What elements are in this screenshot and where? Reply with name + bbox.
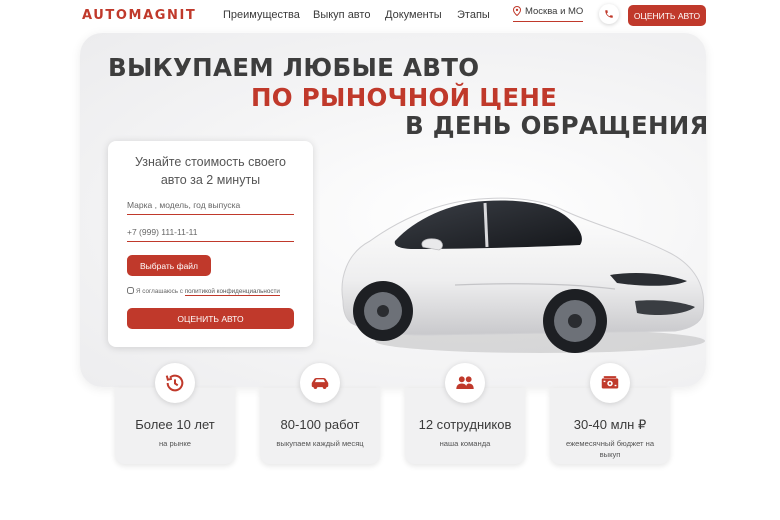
nav-stages[interactable]: Этапы [457, 9, 490, 21]
car-image [341, 197, 705, 353]
consent-row: Я соглашаюсь с политикой конфиденциально… [127, 287, 280, 296]
form-evaluate-button[interactable]: ОЦЕНИТЬ АВТО [127, 308, 294, 329]
hero-title-line2: ПО РЫНОЧНОЙ ЦЕНЕ [251, 83, 558, 112]
header-evaluate-button[interactable]: ОЦЕНИТЬ АВТО [628, 5, 706, 26]
stat-value: 80-100 работ [280, 417, 360, 432]
stat-card-volume: 80-100 работ выкупаем каждый месяц [260, 363, 380, 464]
stat-value: 30-40 млн ₽ [573, 417, 647, 432]
hero-section: ВЫКУПАЕМ ЛЮБЫЕ АВТО ПО РЫНОЧНОЙ ЦЕНЕ В Д… [80, 33, 706, 387]
stat-value: 12 сотрудников [418, 417, 512, 432]
consent-text: Я соглашаюсь с [136, 288, 183, 295]
hero-title-line1: ВЫКУПАЕМ ЛЮБЫЕ АВТО [108, 53, 480, 82]
hero-title-line3: В ДЕНЬ ОБРАЩЕНИЯ [405, 111, 706, 140]
phone-input[interactable] [127, 225, 294, 242]
consent-checkbox[interactable] [127, 287, 134, 294]
evaluation-form: Узнайте стоимость своего авто за 2 минут… [108, 141, 313, 347]
form-title: Узнайте стоимость своего авто за 2 минут… [108, 153, 313, 189]
logo[interactable]: AUTOMAGNIT [82, 8, 196, 23]
money-icon [590, 363, 630, 403]
team-icon [445, 363, 485, 403]
stat-card-team: 12 сотрудников наша команда [405, 363, 525, 464]
clock-history-icon [155, 363, 195, 403]
stat-caption: ежемесячный бюджет на выкуп [565, 439, 655, 459]
city-label: Москва и МО [525, 6, 584, 17]
privacy-policy-link[interactable]: политикой конфиденциальности [184, 288, 280, 296]
car-icon [300, 363, 340, 403]
stat-caption: наша команда [439, 439, 491, 448]
stat-value: Более 10 лет [135, 417, 215, 432]
nav-buyout[interactable]: Выкуп авто [313, 9, 370, 21]
car-model-input[interactable] [127, 198, 294, 215]
form-title-line1: Узнайте стоимость своего [135, 155, 286, 169]
stat-caption: на рынке [158, 439, 192, 448]
location-pin-icon [512, 5, 522, 17]
phone-icon [605, 10, 613, 18]
city-selector[interactable]: Москва и МО [512, 5, 584, 22]
stat-card-budget: 30-40 млн ₽ ежемесячный бюджет на выкуп [550, 363, 670, 464]
form-title-line2: авто за 2 минуты [160, 173, 261, 187]
phone-button[interactable] [599, 4, 619, 24]
stat-card-experience: Более 10 лет на рынке [115, 363, 235, 464]
stat-caption: выкупаем каждый месяц [276, 439, 364, 448]
site-header: AUTOMAGNIT Преимущества Выкуп авто Докум… [0, 0, 780, 32]
choose-file-button[interactable]: Выбрать файл [127, 255, 211, 276]
nav-advantages[interactable]: Преимущества [223, 9, 300, 21]
nav-documents[interactable]: Документы [385, 9, 442, 21]
